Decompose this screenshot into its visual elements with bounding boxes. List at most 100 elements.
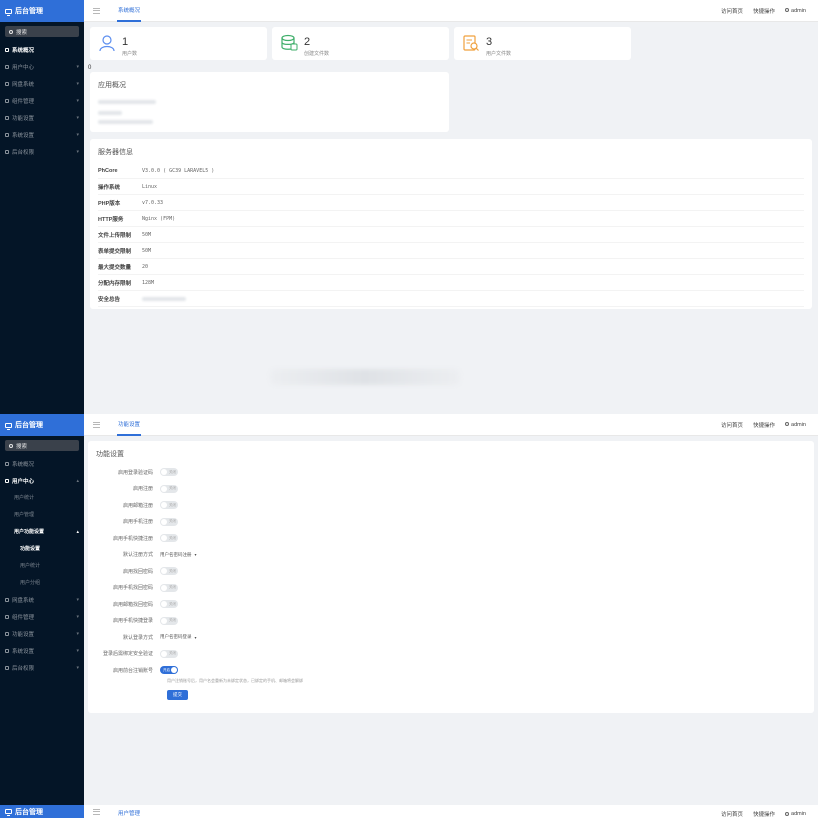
toggle-switch[interactable]: 关闭	[160, 567, 178, 576]
sidebar-item-label: 网盘系统	[12, 81, 35, 88]
sidebar-item[interactable]: 用户中心 ▴	[0, 472, 84, 489]
toggle-switch[interactable]: 关闭	[160, 616, 178, 625]
server-info-row: HTTP服务 Nginx (FPM)	[98, 211, 804, 227]
server-info-row: 文件上传限制 50M	[98, 227, 804, 243]
server-info-value: Nginx (FPM)	[142, 215, 176, 222]
visit-home-link[interactable]: 访问首页	[721, 810, 743, 818]
form-row: 登录后需绑定安全验证 关闭	[88, 646, 814, 663]
sidebar-item[interactable]: 网盘系统 ▾	[0, 591, 84, 608]
stat-card-users: 1 用户数	[90, 27, 267, 60]
blurred-watermark	[270, 369, 460, 385]
sidebar-item-label: 功能设置	[12, 115, 35, 122]
chevron-up-icon: ▴	[76, 477, 79, 484]
toggle-switch[interactable]: 关闭	[160, 501, 178, 510]
visit-home-link[interactable]: 访问首页	[721, 421, 743, 429]
visit-home-link[interactable]: 访问首页	[721, 7, 743, 15]
toggle-switch[interactable]: 关闭	[160, 583, 178, 592]
user-menu[interactable]: admin	[785, 811, 806, 817]
sidebar-item[interactable]: 组件管理 ▾	[0, 608, 84, 625]
stat-value: 3	[486, 36, 493, 48]
menu-toggle-icon[interactable]	[93, 420, 100, 429]
user-name: admin	[791, 7, 806, 14]
brand-title: 后台管理	[15, 422, 43, 429]
toggle-switch[interactable]: 关闭	[160, 649, 178, 658]
menu-toggle-icon[interactable]	[93, 6, 100, 15]
sidebar-search[interactable]: 搜索	[5, 440, 79, 451]
sidebar-item[interactable]: 功能设置 ▾	[0, 109, 84, 126]
server-info-row: 分配内存限制 128M	[98, 275, 804, 291]
server-info-row: 安全总告	[98, 291, 804, 307]
server-info-value: 50M	[142, 247, 152, 254]
stat-label: 创建文件数	[304, 51, 330, 57]
select-dropdown[interactable]: 用户名密码登录 ▾	[160, 633, 197, 641]
quick-ops-link[interactable]: 快捷操作	[753, 7, 775, 15]
user-menu[interactable]: admin	[785, 8, 806, 14]
sidebar-item[interactable]: 系统设置 ▾	[0, 642, 84, 659]
chevron-down-icon: ▾	[76, 114, 79, 121]
form-label: 登录后需绑定安全验证	[102, 651, 153, 658]
form-label: 启用登录验证码	[117, 469, 153, 476]
sidebar-item-label: 组件管理	[12, 98, 35, 105]
toggle-switch[interactable]: 开启	[160, 666, 178, 675]
server-info-key: 分配内存限制	[98, 280, 132, 287]
brand[interactable]: 后台管理	[0, 805, 84, 818]
database-icon	[280, 34, 298, 52]
form-label: 启用手机找回密码	[112, 585, 153, 592]
form-label: 启用找回密码	[122, 568, 153, 575]
sidebar-item[interactable]: 系统概况	[0, 41, 84, 58]
form-title: 功能设置	[96, 451, 124, 458]
sidebar-search[interactable]: 搜索	[5, 26, 79, 37]
stat-label: 用户数	[122, 51, 138, 57]
brand[interactable]: 后台管理	[0, 414, 84, 436]
quick-ops-link[interactable]: 快捷操作	[753, 810, 775, 818]
sidebar-subitem[interactable]: 用户管理	[0, 506, 84, 523]
toggle-switch[interactable]: 关闭	[160, 534, 178, 543]
menu-item-icon	[5, 665, 9, 670]
sidebar-item[interactable]: 系统设置 ▾	[0, 126, 84, 143]
sidebar-item[interactable]: 功能设置 ▾	[0, 625, 84, 642]
screen-user-management: 后台管理 用户管理 访问首页 快捷操作 admin	[0, 805, 818, 818]
stat-value: 1	[122, 36, 129, 48]
server-info-value: V3.0.0 ( GC39 LARAVEL5 )	[142, 167, 215, 174]
tab-function-settings[interactable]: 功能设置	[117, 414, 142, 436]
sidebar-item[interactable]: 网盘系统 ▾	[0, 75, 84, 92]
brand[interactable]: 后台管理	[0, 0, 84, 22]
toggle-switch[interactable]: 关闭	[160, 468, 178, 477]
toggle-switch[interactable]: 关闭	[160, 484, 178, 493]
form-row: 启用注册 关闭	[88, 481, 814, 498]
form-label: 启用手机快捷登录	[112, 618, 153, 625]
submit-button[interactable]: 提交	[167, 689, 188, 700]
blurred-text	[142, 296, 186, 301]
sidebar-subitem[interactable]: 功能设置	[0, 540, 84, 557]
stat-label: 用户文件数	[486, 51, 512, 57]
server-info-title: 服务器信息	[98, 149, 133, 156]
select-dropdown[interactable]: 用户名密码注册 ▾	[160, 551, 197, 559]
blurred-text	[98, 111, 122, 115]
quick-ops-link[interactable]: 快捷操作	[753, 421, 775, 429]
sidebar-item-label: 用户统计	[20, 563, 41, 569]
sidebar-subitem[interactable]: 用户功能设置 ▴	[0, 523, 84, 540]
user-icon	[785, 8, 790, 13]
menu-toggle-icon[interactable]	[93, 807, 100, 816]
toggle-switch[interactable]: 关闭	[160, 600, 178, 609]
menu-item-icon	[5, 64, 9, 69]
sidebar-subitem[interactable]: 用户分组	[0, 574, 84, 591]
sidebar-subitem[interactable]: 用户统计	[0, 489, 84, 506]
form-row: 启用前台注销账号 开启	[88, 662, 814, 679]
sidebar-item[interactable]: 系统概况	[0, 455, 84, 472]
caret-down-icon: ▾	[194, 634, 197, 640]
sidebar-item[interactable]: 后台权限 ▾	[0, 659, 84, 676]
sidebar-item[interactable]: 后台权限 ▾	[0, 143, 84, 160]
sidebar-item[interactable]: 用户中心 ▾	[0, 58, 84, 75]
sidebar-item[interactable]: 组件管理 ▾	[0, 92, 84, 109]
tab-system-overview[interactable]: 系统概况	[117, 0, 142, 22]
monitor-icon	[5, 8, 12, 16]
topbar: 用户管理 访问首页 快捷操作 admin	[84, 805, 818, 818]
tab-user-management[interactable]: 用户管理	[117, 805, 141, 818]
blurred-text	[98, 100, 156, 104]
toggle-switch[interactable]: 关闭	[160, 517, 178, 526]
sidebar-item-label: 网盘系统	[12, 597, 35, 604]
user-menu[interactable]: admin	[785, 422, 806, 428]
user-icon	[98, 34, 116, 52]
sidebar-subitem[interactable]: 用户统计	[0, 557, 84, 574]
